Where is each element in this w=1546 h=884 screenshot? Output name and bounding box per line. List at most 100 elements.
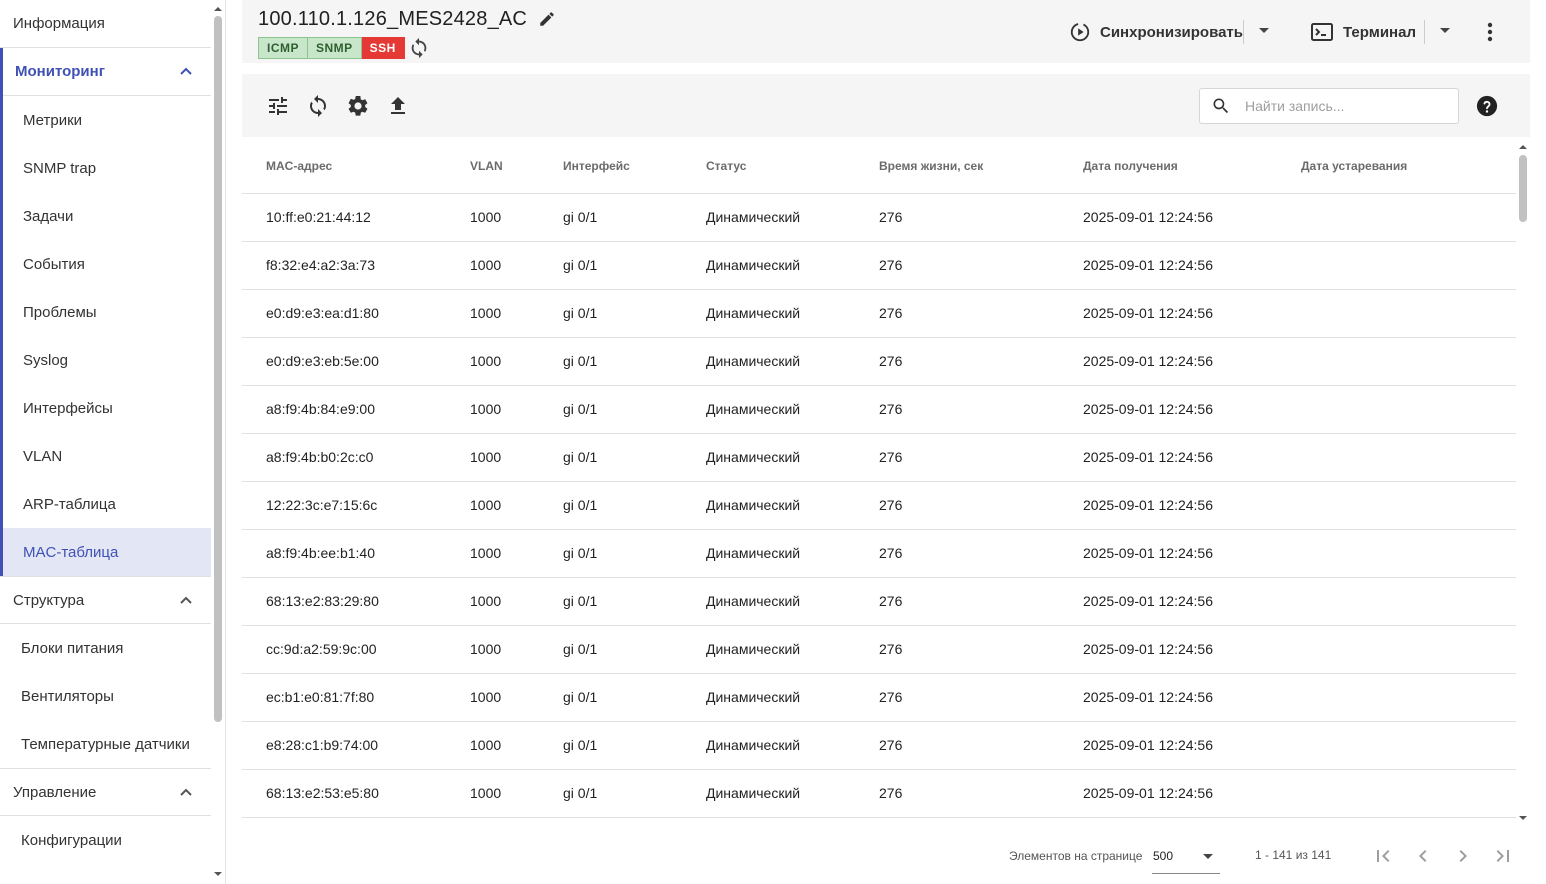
scroll-up-arrow-icon[interactable] — [214, 5, 222, 13]
sidebar-item-label: События — [23, 255, 85, 273]
table-row[interactable]: ec:b1:e0:81:7f:80 1000 gi 0/1 Динамический 2… — [242, 673, 1516, 722]
sidebar-item-fans[interactable]: Вентиляторы — [0, 672, 211, 720]
column-header-vlan[interactable]: VLAN — [470, 139, 563, 194]
sidebar-item-label: Проблемы — [23, 303, 97, 321]
table-scrollbar-thumb[interactable] — [1519, 155, 1527, 222]
cell-interface: gi 0/1 — [563, 433, 706, 482]
items-per-page-label: Элементов на странице — [1009, 849, 1143, 863]
cell-status: Динамический — [706, 289, 879, 338]
search-input[interactable] — [1245, 98, 1445, 114]
cell-interface: gi 0/1 — [563, 529, 706, 578]
column-header-interface[interactable]: Интерфейс — [563, 139, 706, 194]
cell-ttl: 276 — [879, 241, 1083, 290]
edit-icon[interactable] — [538, 10, 556, 28]
table-row[interactable]: f8:32:e4:a2:3a:73 1000 gi 0/1 Динамический 2… — [242, 241, 1516, 290]
sidebar-section-structure[interactable]: Структура — [0, 576, 211, 624]
table-row[interactable]: a8:f9:4b:84:e9:00 1000 gi 0/1 Динамический 2… — [242, 385, 1516, 434]
sidebar-item-configurations[interactable]: Конфигурации — [0, 816, 211, 864]
search-box[interactable] — [1199, 88, 1459, 124]
gear-icon[interactable] — [346, 94, 370, 118]
device-title: 100.110.1.126_MES2428_AC — [258, 8, 528, 30]
cell-mac: 12:22:3c:e7:15:6c — [242, 481, 470, 530]
sidebar-item-vlan[interactable]: VLAN — [3, 432, 211, 480]
cell-mac: e8:28:c1:b9:74:00 — [242, 721, 470, 770]
cell-expiry-date — [1301, 721, 1516, 770]
sidebar-item-events[interactable]: События — [3, 240, 211, 288]
refresh-status-icon[interactable] — [408, 37, 430, 59]
column-header-status[interactable]: Статус — [706, 139, 879, 194]
table-row[interactable]: e0:d9:e3:eb:5e:00 1000 gi 0/1 Динамический 2… — [242, 337, 1516, 386]
table-row[interactable]: cc:9d:a2:59:9c:00 1000 gi 0/1 Динамический 2… — [242, 625, 1516, 674]
last-page-icon[interactable] — [1491, 844, 1515, 868]
column-header-expiry-date[interactable]: Дата устаревания — [1301, 139, 1516, 194]
cell-vlan: 1000 — [470, 241, 563, 290]
cell-ttl: 276 — [879, 385, 1083, 434]
sidebar-item-snmp-trap[interactable]: SNMP trap — [3, 144, 211, 192]
divider — [1243, 20, 1244, 44]
table-row[interactable]: e8:28:c1:b9:74:00 1000 gi 0/1 Динамический 2… — [242, 721, 1516, 770]
table-row[interactable]: 12:22:3c:e7:15:6c 1000 gi 0/1 Динамический 2… — [242, 481, 1516, 530]
cell-mac: e0:d9:e3:ea:d1:80 — [242, 289, 470, 338]
sidebar-scrollbar-thumb[interactable] — [214, 16, 222, 722]
cell-expiry-date — [1301, 529, 1516, 578]
more-vert-icon[interactable] — [1487, 22, 1493, 42]
cell-expiry-date — [1301, 481, 1516, 530]
sidebar-item-metrics[interactable]: Метрики — [3, 96, 211, 144]
cell-received-date: 2025-09-01 12:24:56 — [1083, 625, 1301, 674]
sidebar-group-monitoring: Мониторинг Метрики SNMP trap Задачи Собы… — [0, 48, 211, 576]
cell-ttl: 276 — [879, 673, 1083, 722]
cell-mac: ec:b1:e0:81:7f:80 — [242, 673, 470, 722]
column-header-received-date[interactable]: Дата получения — [1083, 139, 1301, 194]
scroll-down-arrow-icon[interactable] — [1518, 814, 1528, 822]
sync-button[interactable]: Синхронизировать — [1069, 20, 1243, 44]
filter-tune-icon[interactable] — [266, 94, 290, 118]
terminal-icon — [1311, 23, 1333, 41]
upload-icon[interactable] — [386, 94, 410, 118]
cell-received-date: 2025-09-01 12:24:56 — [1083, 241, 1301, 290]
sidebar-item-label: Температурные датчики — [21, 735, 190, 753]
cell-vlan: 1000 — [470, 721, 563, 770]
first-page-icon[interactable] — [1371, 844, 1395, 868]
sidebar-item-temperature-sensors[interactable]: Температурные датчики — [0, 720, 211, 768]
refresh-icon[interactable] — [306, 94, 330, 118]
sync-dropdown-arrow-icon[interactable] — [1259, 28, 1269, 33]
help-icon[interactable] — [1476, 95, 1498, 117]
table-row[interactable]: 68:13:e2:83:29:80 1000 gi 0/1 Динамический 2… — [242, 577, 1516, 626]
cell-vlan: 1000 — [470, 193, 563, 242]
sidebar-item-label: SNMP trap — [23, 159, 97, 177]
sidebar-item-syslog[interactable]: Syslog — [3, 336, 211, 384]
scroll-up-arrow-icon[interactable] — [1518, 143, 1528, 151]
page-size-select[interactable]: 500 — [1152, 844, 1220, 874]
sidebar-item-tasks[interactable]: Задачи — [3, 192, 211, 240]
table-row[interactable]: a8:f9:4b:ee:b1:40 1000 gi 0/1 Динамический 2… — [242, 529, 1516, 578]
sidebar-item-mac-table[interactable]: MAC-таблица — [3, 528, 211, 576]
column-header-ttl[interactable]: Время жизни, сек — [879, 139, 1083, 194]
cell-expiry-date — [1301, 769, 1516, 818]
scroll-down-arrow-icon[interactable] — [214, 870, 222, 878]
cell-received-date: 2025-09-01 12:24:56 — [1083, 673, 1301, 722]
terminal-button[interactable]: Терминал — [1311, 20, 1416, 44]
table-row[interactable]: e0:d9:e3:ea:d1:80 1000 gi 0/1 Динамический 2… — [242, 289, 1516, 338]
table-row[interactable]: 68:13:e2:53:e5:80 1000 gi 0/1 Динамический 2… — [242, 769, 1516, 818]
sidebar-section-management[interactable]: Управление — [0, 768, 211, 816]
sidebar-item-arp-table[interactable]: ARP-таблица — [3, 480, 211, 528]
sidebar-section-info[interactable]: Информация — [0, 0, 211, 48]
cell-received-date: 2025-09-01 12:24:56 — [1083, 385, 1301, 434]
cell-interface: gi 0/1 — [563, 625, 706, 674]
table-row[interactable]: a8:f9:4b:b0:2c:c0 1000 gi 0/1 Динамический 2… — [242, 433, 1516, 482]
table-row[interactable]: 10:ff:e0:21:44:12 1000 gi 0/1 Динамический 2… — [242, 193, 1516, 242]
cell-interface: gi 0/1 — [563, 673, 706, 722]
chevron-up-icon — [180, 788, 192, 796]
sidebar-item-interfaces[interactable]: Интерфейсы — [3, 384, 211, 432]
column-header-mac[interactable]: MAC-адрес — [242, 139, 470, 194]
cell-mac: a8:f9:4b:b0:2c:c0 — [242, 433, 470, 482]
cell-status: Динамический — [706, 529, 879, 578]
sidebar-item-problems[interactable]: Проблемы — [3, 288, 211, 336]
previous-page-icon[interactable] — [1411, 844, 1435, 868]
next-page-icon[interactable] — [1451, 844, 1475, 868]
page-range-label: 1 - 141 из 141 — [1255, 848, 1332, 862]
sidebar-item-power-supplies[interactable]: Блоки питания — [0, 624, 211, 672]
cell-mac: e0:d9:e3:eb:5e:00 — [242, 337, 470, 386]
terminal-dropdown-arrow-icon[interactable] — [1440, 28, 1450, 33]
sidebar-section-monitoring[interactable]: Мониторинг — [3, 48, 211, 96]
